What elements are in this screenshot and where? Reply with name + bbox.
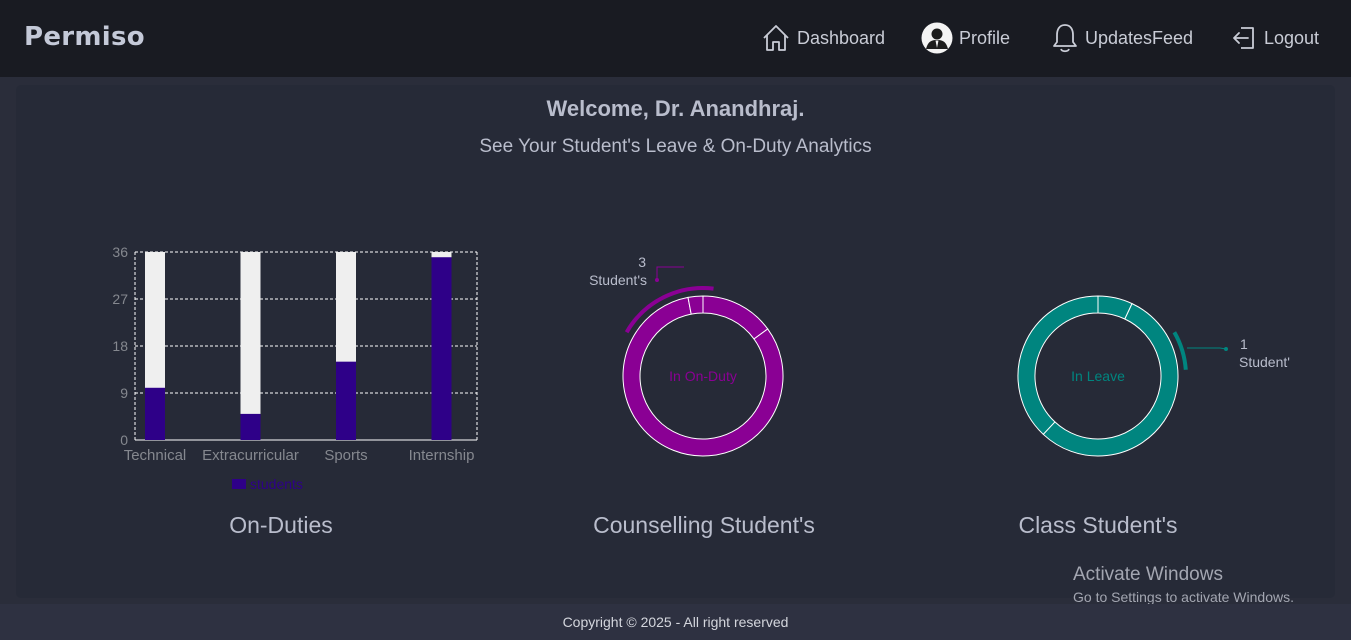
- class-donut-chart: 1 Student' In Leave: [1017, 295, 1290, 457]
- class-chart-title: Class Student's: [1018, 512, 1178, 538]
- nav-updates-label: UpdatesFeed: [1085, 27, 1194, 48]
- callout-leader-line: [656, 266, 684, 280]
- callout-label: Student': [1239, 354, 1290, 370]
- callout-value: 3: [638, 254, 646, 270]
- welcome-subtitle: See Your Student's Leave & On-Duty Analy…: [479, 136, 872, 157]
- bar-internship[interactable]: [431, 257, 452, 440]
- home-icon: [763, 25, 789, 51]
- donut-center-label: In Leave: [1071, 368, 1125, 384]
- y-tick-label: 0: [120, 432, 128, 448]
- callout-value: 1: [1240, 336, 1248, 352]
- donut-slice[interactable]: [1017, 295, 1099, 436]
- y-tick-label: 18: [112, 338, 128, 354]
- callout-label: Student's: [589, 272, 647, 288]
- donut-center-label: In On-Duty: [669, 368, 737, 384]
- footer: Copyright © 2025 - All right reserved: [0, 604, 1351, 640]
- onduty-chart-title: On-Duties: [229, 512, 333, 538]
- chart-legend[interactable]: students: [232, 476, 303, 492]
- counselling-donut-chart: 3 Student's In On-Duty: [589, 254, 784, 457]
- bar-sports[interactable]: [336, 361, 356, 440]
- callout-dot: [655, 278, 659, 282]
- copyright-text: Copyright © 2025 - All right reserved: [562, 614, 789, 630]
- nav-profile[interactable]: Profile: [921, 22, 1010, 54]
- y-tick-label: 36: [112, 244, 128, 260]
- nav-dashboard-label: Dashboard: [797, 27, 886, 48]
- nav-updates-feed[interactable]: UpdatesFeed: [1051, 22, 1193, 54]
- x-tick-label: Technical: [124, 447, 187, 464]
- y-tick-label: 9: [120, 385, 128, 401]
- nav-profile-label: Profile: [959, 27, 1011, 48]
- bar-background: [240, 252, 261, 440]
- activation-title: Activate Windows: [1073, 564, 1223, 585]
- donut-slice[interactable]: [702, 295, 769, 340]
- legend-swatch: [232, 479, 246, 489]
- legend-label: students: [250, 476, 303, 492]
- top-navbar: Permiso Dashboard Profile UpdatesFeed Lo…: [0, 0, 1351, 77]
- nav-dashboard[interactable]: Dashboard: [761, 22, 885, 54]
- counselling-chart-title: Counselling Student's: [593, 512, 815, 538]
- onduty-bar-chart: 0 9 18 27 36 Technical Extracurricular Sports In…: [112, 244, 478, 492]
- nav-logout-label: Logout: [1264, 27, 1320, 48]
- bar-technical[interactable]: [145, 387, 165, 440]
- x-tick-label: Sports: [324, 447, 367, 464]
- bell-icon: [1053, 24, 1077, 53]
- x-tick-label: Internship: [409, 447, 475, 464]
- bar-extracurricular[interactable]: [240, 413, 261, 440]
- logout-icon: [1233, 27, 1254, 49]
- x-tick-label: Extracurricular: [202, 447, 299, 464]
- welcome-heading: Welcome, Dr. Anandhraj.: [546, 96, 805, 121]
- callout-leader-line: [1187, 347, 1227, 350]
- nav-logout[interactable]: Logout: [1230, 22, 1319, 54]
- avatar-icon: [921, 22, 953, 54]
- callout-dot: [1224, 347, 1228, 351]
- windows-activation-watermark: Activate Windows Go to Settings to activ…: [1073, 564, 1294, 605]
- donut-slice[interactable]: [687, 295, 704, 315]
- brand-logo[interactable]: Permiso: [24, 22, 145, 52]
- y-tick-label: 27: [112, 291, 128, 307]
- activation-subtitle: Go to Settings to activate Windows.: [1073, 589, 1294, 605]
